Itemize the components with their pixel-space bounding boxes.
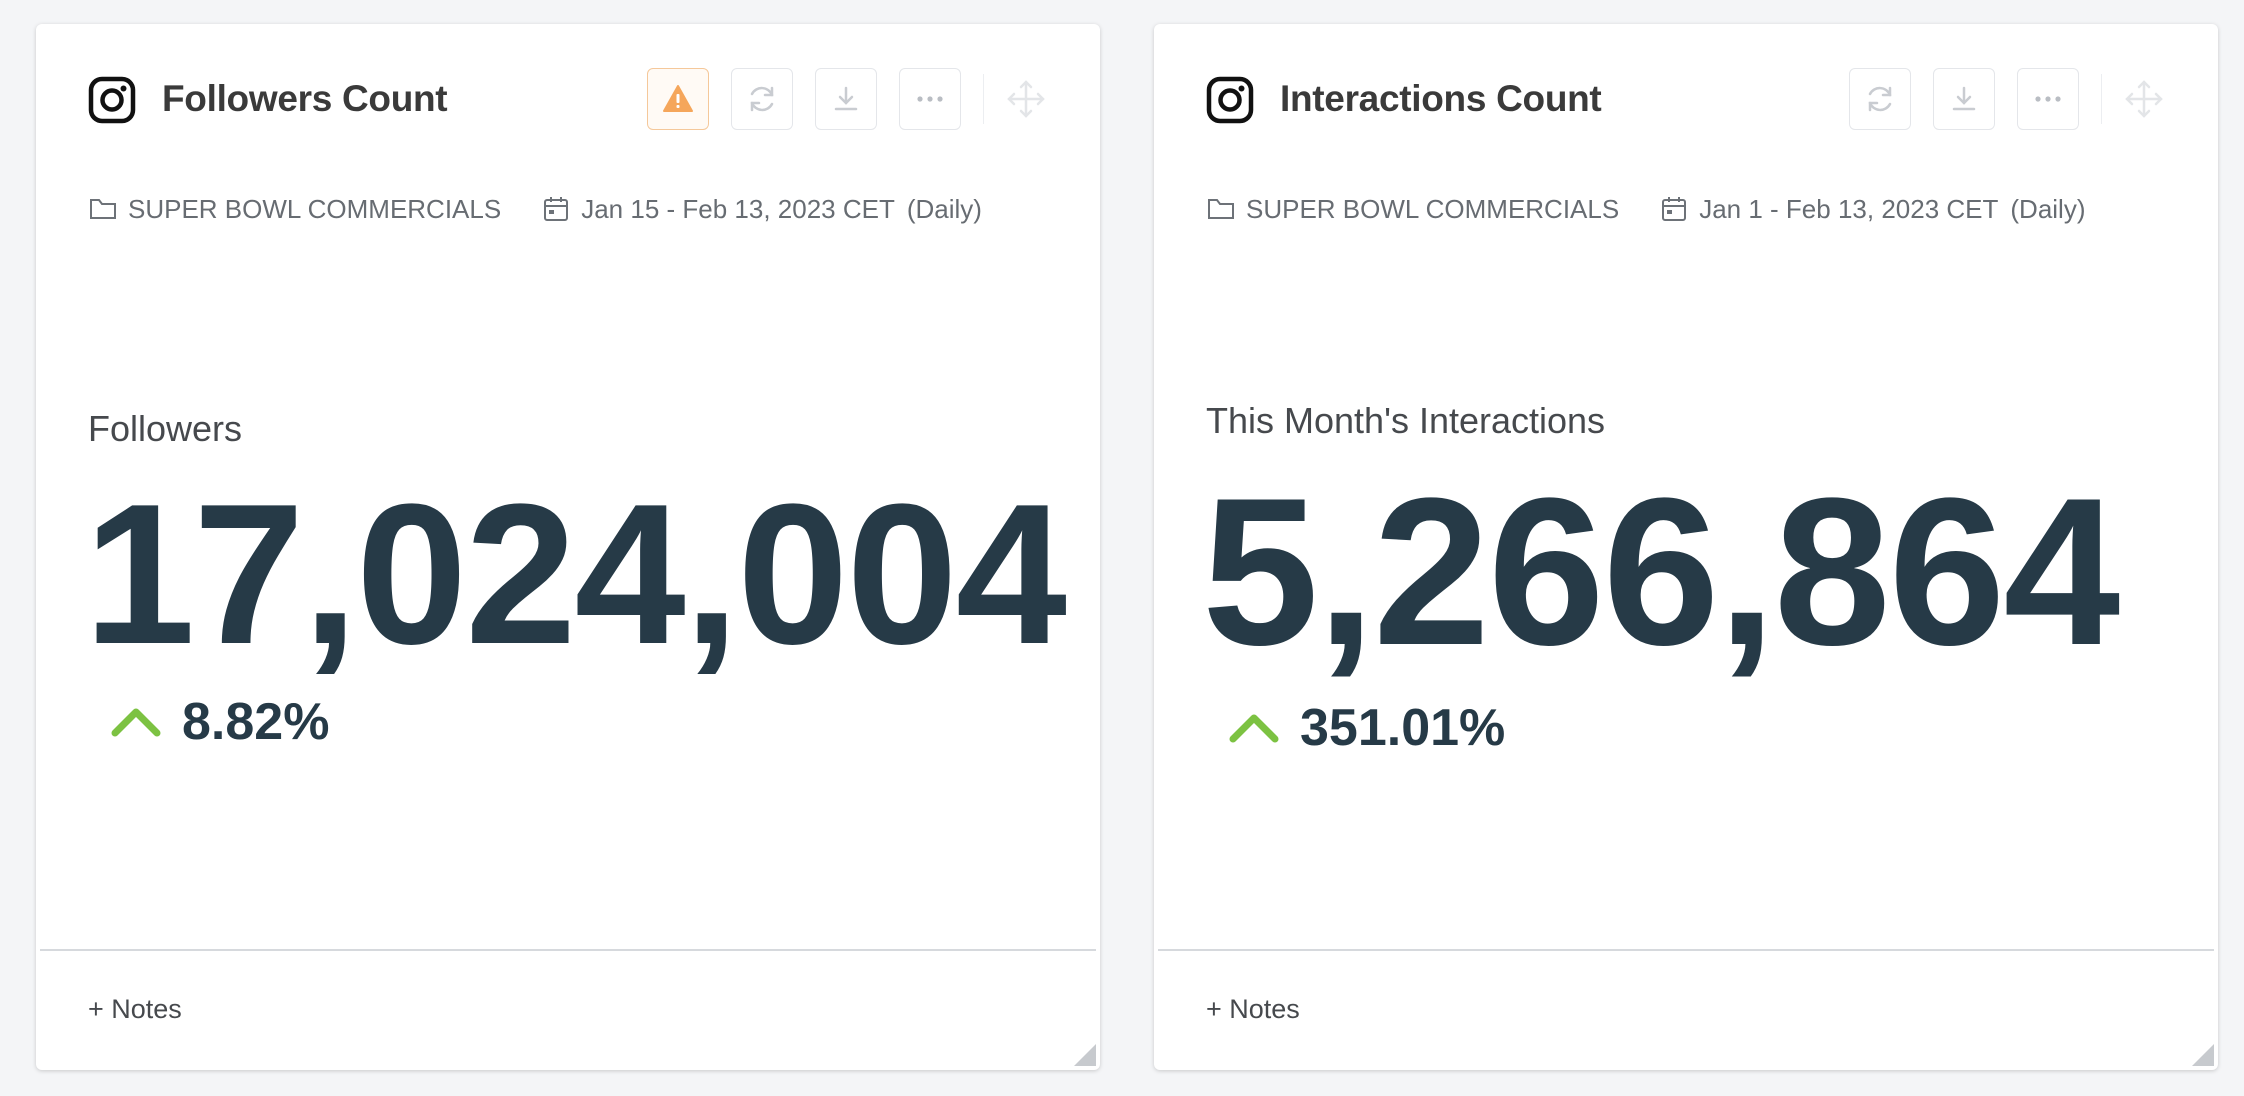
move-handle[interactable] xyxy=(2122,77,2166,121)
date-range[interactable]: Jan 15 - Feb 13, 2023 CET xyxy=(581,194,895,225)
folder-icon xyxy=(1206,194,1236,224)
delta-indicator: 8.82% xyxy=(110,692,329,752)
card-title: Interactions Count xyxy=(1280,78,1602,119)
frequency: (Daily) xyxy=(906,193,982,224)
card-actions xyxy=(625,68,1049,130)
widget-card-interactions: Interactions Count SUPER BOWL COMMERCIAL… xyxy=(1154,24,2218,1070)
calendar-icon xyxy=(1659,194,1689,224)
chevron-up-icon xyxy=(111,708,161,737)
kpi-value: 17,024,004 xyxy=(84,463,1067,686)
instagram-icon xyxy=(88,76,136,124)
kpi-label: This Month's Interactions xyxy=(1206,400,1606,441)
calendar-icon xyxy=(541,194,571,224)
download-icon xyxy=(834,86,857,111)
more-icon xyxy=(2034,96,2061,102)
resize-handle-icon[interactable] xyxy=(2192,1044,2214,1066)
card-header: Followers Count xyxy=(88,68,1048,130)
move-icon xyxy=(1007,80,1045,118)
resize-handle-icon[interactable] xyxy=(1074,1044,1096,1066)
kpi-value: 5,266,864 xyxy=(1202,454,2120,689)
action-separator xyxy=(982,74,984,124)
notes-button[interactable]: + Notes xyxy=(1206,994,1300,1025)
card-divider xyxy=(1158,949,2214,951)
card-title: Followers Count xyxy=(162,78,448,119)
delta-value: 351.01% xyxy=(1300,699,1506,757)
refresh-icon xyxy=(1868,86,1891,112)
frequency: (Daily) xyxy=(2010,193,2086,224)
card-divider xyxy=(40,949,1096,951)
move-icon xyxy=(2125,80,2163,118)
card-header: Interactions Count xyxy=(1206,68,2166,130)
card-meta: SUPER BOWL COMMERCIALS Jan 15 - Feb 13, … xyxy=(88,192,982,226)
delta-indicator: 351.01% xyxy=(1228,698,1505,758)
warning-icon xyxy=(662,85,693,112)
more-button[interactable] xyxy=(898,68,961,130)
folder-name[interactable]: SUPER BOWL COMMERCIALS xyxy=(1246,194,1619,225)
refresh-button[interactable] xyxy=(730,68,793,130)
folder-icon xyxy=(88,194,118,224)
delta-value: 8.82% xyxy=(182,693,330,751)
download-button[interactable] xyxy=(1932,68,1995,130)
card-actions xyxy=(1827,68,2167,130)
download-button[interactable] xyxy=(814,68,877,130)
folder-name[interactable]: SUPER BOWL COMMERCIALS xyxy=(128,194,501,225)
refresh-icon xyxy=(750,86,773,112)
warning-button[interactable] xyxy=(646,68,709,130)
card-meta: SUPER BOWL COMMERCIALS Jan 1 - Feb 13, 2… xyxy=(1206,192,2086,226)
instagram-icon xyxy=(1206,76,1254,124)
more-icon xyxy=(916,96,943,102)
notes-button[interactable]: + Notes xyxy=(88,994,182,1025)
move-handle[interactable] xyxy=(1004,77,1048,121)
refresh-button[interactable] xyxy=(1848,68,1911,130)
date-range[interactable]: Jan 1 - Feb 13, 2023 CET xyxy=(1699,194,1998,225)
download-icon xyxy=(1952,86,1975,111)
action-separator xyxy=(2100,74,2102,124)
widget-card-followers: Followers Count SUPER BOWL COMMERCIALS J… xyxy=(36,24,1100,1070)
chevron-up-icon xyxy=(1229,714,1279,743)
kpi-label: Followers xyxy=(88,408,243,449)
more-button[interactable] xyxy=(2016,68,2079,130)
